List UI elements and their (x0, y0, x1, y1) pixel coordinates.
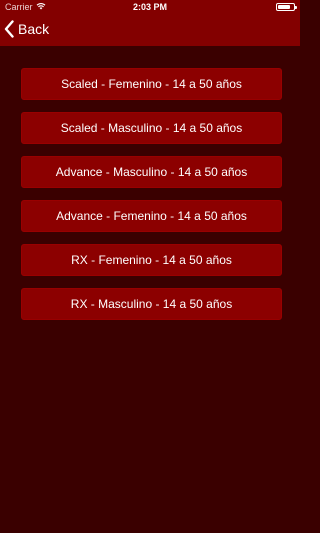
status-bar: Carrier 2:03 PM (0, 0, 300, 14)
battery-fill (278, 5, 290, 9)
option-label: Advance - Femenino - 14 a 50 años (56, 209, 247, 223)
option-scaled-masculino[interactable]: Scaled - Masculino - 14 a 50 años (21, 112, 282, 144)
option-label: RX - Femenino - 14 a 50 años (71, 253, 232, 267)
option-rx-masculino[interactable]: RX - Masculino - 14 a 50 años (21, 288, 282, 320)
option-advance-femenino[interactable]: Advance - Femenino - 14 a 50 años (21, 200, 282, 232)
battery-icon (276, 3, 297, 11)
status-time: 2:03 PM (132, 2, 167, 12)
option-label: Scaled - Femenino - 14 a 50 años (61, 77, 242, 91)
option-label: RX - Masculino - 14 a 50 años (70, 297, 233, 311)
option-label: Scaled - Masculino - 14 a 50 años (60, 121, 243, 135)
option-advance-masculino[interactable]: Advance - Masculino - 14 a 50 años (21, 156, 282, 188)
back-label: Back (18, 21, 50, 37)
option-label: Advance - Masculino - 14 a 50 años (55, 165, 248, 179)
category-options: Scaled - Femenino - 14 a 50 años Scaled … (21, 68, 282, 332)
option-scaled-femenino[interactable]: Scaled - Femenino - 14 a 50 años (21, 68, 282, 100)
option-rx-femenino[interactable]: RX - Femenino - 14 a 50 años (21, 244, 282, 276)
navigation-bar: Back (0, 14, 300, 46)
chevron-left-icon (4, 20, 14, 38)
back-button[interactable]: Back (4, 20, 49, 38)
